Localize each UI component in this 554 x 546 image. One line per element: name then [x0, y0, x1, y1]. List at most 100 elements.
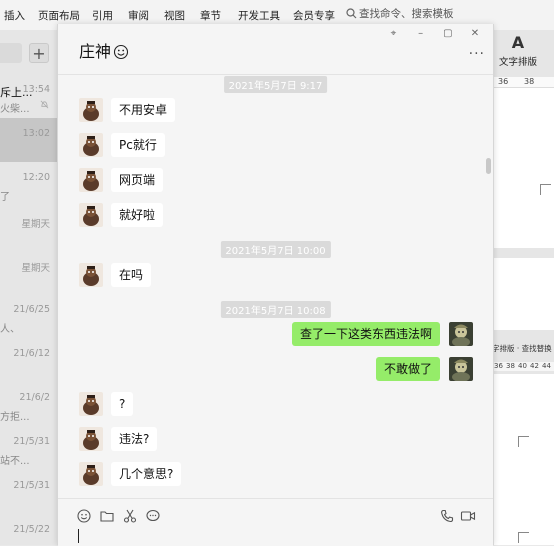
document-ruler: 36 38	[492, 77, 554, 88]
phone-icon[interactable]	[439, 508, 455, 524]
conversation-item[interactable]: 站不... 21/5/31	[0, 426, 57, 470]
conversation-item[interactable]: 星期天	[0, 250, 57, 294]
contact-avatar[interactable]	[79, 98, 103, 122]
conversation-item[interactable]: 星期天	[0, 206, 57, 250]
message-input-area[interactable]	[58, 498, 493, 546]
conversation-time: 21/6/25	[13, 304, 50, 315]
message-row: Pc就行	[58, 133, 493, 157]
contact-avatar[interactable]	[79, 133, 103, 157]
chat-bubble-icon[interactable]	[145, 508, 161, 524]
conversation-list: + 斥上... 火柴... 13:54 13:02 了 12:20 星期天 星期天 人、 21/6…	[0, 30, 57, 545]
conversation-item[interactable]: 13:02	[0, 118, 57, 162]
conversation-time: 星期天	[21, 219, 50, 230]
contact-avatar[interactable]	[79, 392, 103, 416]
message-bubble-own[interactable]: 查了一下这类东西违法啊	[291, 322, 440, 346]
message-area: 2021年5月7日 9:17 2021年5月7日 10:00 2021年5月7日…	[58, 74, 493, 498]
conversation-time: 12:20	[22, 172, 50, 183]
ruler-tick: 42	[530, 362, 539, 370]
ruler-tick: 36	[498, 77, 509, 86]
menu-view[interactable]: 视图	[164, 8, 185, 23]
contact-avatar[interactable]	[79, 462, 103, 486]
menu-insert[interactable]: 插入	[4, 8, 25, 23]
contact-avatar[interactable]	[79, 168, 103, 192]
timestamp: 2021年5月7日 10:00	[220, 241, 331, 258]
document-page[interactable]	[492, 374, 554, 545]
text-layout-icon: A	[511, 33, 525, 52]
emoji-icon[interactable]	[76, 508, 92, 524]
chat-title-text: 庄神	[79, 42, 112, 61]
chat-window: 庄神 ⌖ – ▢ ✕ ··· 2021年5月7日 9:17 2021年5月7日 …	[57, 24, 494, 546]
conversation-preview: 站不...	[0, 456, 30, 467]
menu-review[interactable]: 审阅	[128, 8, 149, 23]
menu-developer[interactable]: 开发工具	[238, 8, 280, 23]
close-button[interactable]: ✕	[463, 28, 487, 39]
message-bubble[interactable]: 就好啦	[111, 203, 164, 227]
command-search-placeholder: 查找命令、搜索模板	[359, 8, 454, 20]
conversation-time: 星期天	[21, 263, 50, 274]
conversation-preview: 方拒...	[0, 412, 30, 423]
conversation-time: 21/6/2	[19, 392, 50, 403]
ruler-tick: 36	[494, 362, 503, 370]
message-bubble[interactable]: 几个意思?	[111, 462, 182, 486]
conversation-item[interactable]: 了 12:20	[0, 162, 57, 206]
conversation-time: 13:54	[22, 84, 50, 95]
text-cursor	[78, 529, 79, 543]
video-call-icon[interactable]	[460, 508, 476, 524]
contact-search-input[interactable]	[0, 43, 22, 63]
conversation-item[interactable]: 21/5/22	[0, 514, 57, 545]
conversation-time: 21/5/22	[13, 524, 50, 535]
ruler-tick: 40	[518, 362, 527, 370]
ruler-tick: 38	[506, 362, 515, 370]
mute-bell-icon	[40, 100, 49, 109]
message-bubble[interactable]: 不用安卓	[111, 98, 176, 122]
my-avatar[interactable]	[449, 322, 473, 346]
window-controls: ⌖ – ▢ ✕	[381, 28, 487, 39]
conversation-time: 21/5/31	[13, 480, 50, 491]
conversation-item[interactable]: 21/5/31	[0, 470, 57, 514]
message-row: 不用安卓	[58, 98, 493, 122]
document-page[interactable]	[492, 258, 554, 330]
menu-references[interactable]: 引用	[92, 8, 113, 23]
scissors-icon[interactable]	[122, 508, 138, 524]
message-row-own: 不敢做了	[58, 357, 493, 381]
page-corner-mark	[540, 184, 551, 195]
page-corner-mark	[518, 532, 529, 543]
conversation-preview: 火柴...	[0, 104, 30, 115]
folder-icon[interactable]	[99, 508, 115, 524]
message-row: 在吗	[58, 263, 493, 287]
conversation-item[interactable]: 方拒... 21/6/2	[0, 382, 57, 426]
text-layout-button[interactable]: A 文字排版	[496, 33, 540, 69]
ruler-tick: 44	[542, 362, 551, 370]
add-chat-button[interactable]: +	[29, 43, 49, 63]
maximize-button[interactable]: ▢	[436, 28, 460, 39]
minimize-button[interactable]: –	[409, 28, 433, 39]
ruler-tick: 38	[524, 77, 535, 86]
mini-toolbar: 字排版 · 查找替换 ·	[492, 344, 554, 353]
menu-page-layout[interactable]: 页面布局	[38, 8, 80, 23]
message-bubble[interactable]: Pc就行	[111, 133, 165, 157]
message-row: 违法?	[58, 427, 493, 451]
message-bubble[interactable]: 违法?	[111, 427, 158, 451]
message-bubble[interactable]: 网页端	[111, 168, 164, 192]
conversation-item[interactable]: 21/6/12	[0, 338, 57, 382]
pin-button[interactable]: ⌖	[381, 28, 405, 39]
contact-avatar[interactable]	[79, 203, 103, 227]
conversation-item[interactable]: 斥上... 火柴... 13:54	[0, 74, 57, 118]
menu-member[interactable]: 会员专享	[293, 8, 335, 23]
conversation-preview: 了	[0, 192, 10, 203]
chat-title: 庄神	[79, 38, 129, 64]
my-avatar[interactable]	[449, 357, 473, 381]
message-bubble[interactable]: 在吗	[111, 263, 152, 287]
contact-avatar[interactable]	[79, 263, 103, 287]
conversation-item[interactable]: 人、 21/6/25	[0, 294, 57, 338]
page-corner-mark	[518, 436, 529, 447]
message-bubble[interactable]: ?	[111, 392, 134, 416]
document-page[interactable]	[492, 88, 554, 248]
message-bubble-own[interactable]: 不敢做了	[375, 357, 440, 381]
conversation-time: 21/5/31	[13, 436, 50, 447]
message-row: 网页端	[58, 168, 493, 192]
menu-chapter[interactable]: 章节	[200, 8, 221, 23]
command-search[interactable]: 查找命令、搜索模板	[346, 6, 454, 21]
contact-avatar[interactable]	[79, 427, 103, 451]
more-options-button[interactable]: ···	[469, 46, 485, 62]
